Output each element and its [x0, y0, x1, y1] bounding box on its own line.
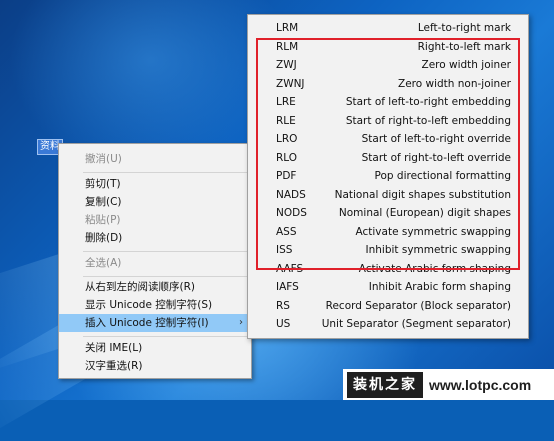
submenu-item-rlo[interactable]: RLO Start of right-to-left override	[248, 149, 528, 167]
menu-item-select-all[interactable]: 全选(A)	[59, 254, 251, 272]
menu-separator	[83, 172, 247, 173]
submenu-item-us[interactable]: US Unit Separator (Segment separator)	[248, 315, 528, 333]
menu-separator	[83, 251, 247, 252]
submenu-item-lrm[interactable]: LRM Left-to-right mark	[248, 19, 528, 37]
menu-separator	[83, 276, 247, 277]
submenu-item-pdf[interactable]: PDF Pop directional formatting	[248, 167, 528, 185]
menu-item-hanzi-reselect[interactable]: 汉字重选(R)	[59, 357, 251, 375]
submenu-item-iss[interactable]: ISS Inhibit symmetric swapping	[248, 241, 528, 259]
menu-item-label: 插入 Unicode 控制字符(I)	[85, 317, 209, 329]
submenu-item-lre[interactable]: LRE Start of left-to-right embedding	[248, 93, 528, 111]
menu-item-paste[interactable]: 粘贴(P)	[59, 211, 251, 229]
submenu-item-zwnj[interactable]: ZWNJ Zero width non-joiner	[248, 75, 528, 93]
submenu-item-zwj[interactable]: ZWJ Zero width joiner	[248, 56, 528, 74]
menu-item-copy[interactable]: 复制(C)	[59, 193, 251, 211]
chevron-right-icon: ›	[239, 317, 243, 328]
menu-item-rtl-reading-order[interactable]: 从右到左的阅读顺序(R)	[59, 278, 251, 296]
menu-item-insert-unicode-control[interactable]: 插入 Unicode 控制字符(I) ›	[59, 314, 251, 332]
watermark-url: www.lotpc.com	[429, 376, 532, 393]
menu-item-cut[interactable]: 剪切(T)	[59, 175, 251, 193]
submenu-item-iafs[interactable]: IAFS Inhibit Arabic form shaping	[248, 278, 528, 296]
unicode-control-submenu: LRM Left-to-right mark RLM Right-to-left m…	[247, 14, 529, 339]
watermark: 装机之家 www.lotpc.com	[343, 369, 554, 400]
context-menu: 撤消(U) 剪切(T) 复制(C) 粘贴(P) 删除(D) 全选(A) 从右到左…	[58, 143, 252, 379]
watermark-brand: 装机之家	[347, 371, 423, 398]
submenu-item-lro[interactable]: LRO Start of left-to-right override	[248, 130, 528, 148]
menu-item-show-unicode-control[interactable]: 显示 Unicode 控制字符(S)	[59, 296, 251, 314]
submenu-item-nods[interactable]: NODS Nominal (European) digit shapes	[248, 204, 528, 222]
menu-item-delete[interactable]: 删除(D)	[59, 229, 251, 247]
submenu-item-rlm[interactable]: RLM Right-to-left mark	[248, 38, 528, 56]
menu-item-undo[interactable]: 撤消(U)	[59, 150, 251, 168]
menu-separator	[83, 336, 247, 337]
submenu-item-rle[interactable]: RLE Start of right-to-left embedding	[248, 112, 528, 130]
submenu-item-rs[interactable]: RS Record Separator (Block separator)	[248, 297, 528, 315]
submenu-item-nads[interactable]: NADS National digit shapes substitution	[248, 186, 528, 204]
submenu-item-ass[interactable]: ASS Activate symmetric swapping	[248, 223, 528, 241]
submenu-item-aafs[interactable]: AAFS Activate Arabic form shaping	[248, 260, 528, 278]
menu-item-close-ime[interactable]: 关闭 IME(L)	[59, 339, 251, 357]
